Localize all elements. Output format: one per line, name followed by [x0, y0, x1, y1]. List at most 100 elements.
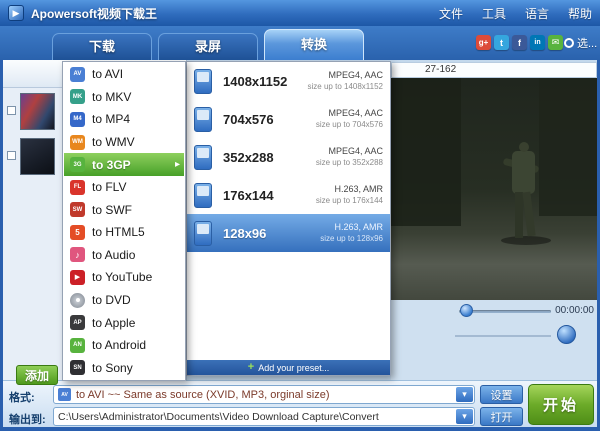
menu-item-to-dvd[interactable]: to DVD	[64, 289, 184, 312]
html5-icon	[70, 225, 85, 240]
soldier-body	[512, 151, 535, 194]
preset-size-hint: size up to 352x288	[316, 158, 383, 168]
3gp-icon	[70, 157, 85, 172]
menu-item-to-swf[interactable]: to SWF	[64, 198, 184, 221]
android-icon	[70, 338, 85, 353]
preset-176x144[interactable]: 176x144 H.263, AMR size up to 176x144	[187, 176, 390, 214]
background-building-right	[539, 78, 597, 216]
menu-item-label: to HTML5	[92, 225, 145, 239]
preset-details: MPEG4, AAC size up to 704x576	[316, 108, 383, 129]
menu-item-to-mp4[interactable]: to MP4	[64, 108, 184, 131]
menu-file[interactable]: 文件	[439, 5, 463, 22]
sony-icon	[70, 360, 85, 375]
open-button[interactable]: 打开	[480, 407, 523, 426]
menu-item-label: to MP4	[92, 112, 130, 126]
chevron-down-icon[interactable]	[456, 409, 473, 424]
seek-slider-knob[interactable]	[460, 304, 473, 317]
social-links	[476, 35, 563, 50]
linkedin-icon[interactable]	[530, 35, 545, 50]
preset-1408x1152[interactable]: 1408x1152 MPEG4, AAC size up to 1408x115…	[187, 62, 390, 100]
format-select[interactable]: to AVI ~~ Same as source (XVID, MP3, org…	[53, 385, 475, 404]
output-path-field[interactable]: C:\Users\Administrator\Documents\Video D…	[53, 407, 475, 426]
preset-codec: H.263, AMR	[320, 222, 383, 233]
checkbox[interactable]	[7, 151, 16, 160]
output-path-value: C:\Users\Administrator\Documents\Video D…	[58, 411, 379, 423]
video-thumbnail[interactable]	[20, 93, 55, 130]
add-preset-button[interactable]: Add your preset...	[187, 360, 390, 375]
swf-icon	[70, 202, 85, 217]
menu-help[interactable]: 帮助	[568, 5, 592, 22]
preset-size-hint: size up to 128x96	[320, 234, 383, 244]
preset-352x288[interactable]: 352x288 MPEG4, AAC size up to 352x288	[187, 138, 390, 176]
options-label: 选...	[577, 35, 597, 51]
submenu-expand-icon	[175, 160, 180, 170]
menu-item-to-flv[interactable]: to FLV	[64, 176, 184, 199]
options-ring-icon	[564, 38, 574, 48]
wmv-icon	[70, 135, 85, 150]
preset-codec: MPEG4, AAC	[316, 108, 383, 119]
menu-item-label: to SWF	[92, 203, 132, 217]
preset-codec: H.263, AMR	[316, 184, 383, 195]
menu-item-label: to YouTube	[92, 270, 152, 284]
preset-128x96[interactable]: 128x96 H.263, AMR size up to 128x96	[187, 214, 390, 252]
avi-icon	[58, 388, 71, 401]
menu-item-to-youtube[interactable]: to YouTube	[64, 266, 184, 289]
preset-codec: MPEG4, AAC	[316, 146, 383, 157]
start-button[interactable]: 开始	[528, 384, 594, 425]
menu-item-to-3gp[interactable]: to 3GP	[64, 153, 184, 176]
twitter-icon[interactable]	[494, 35, 509, 50]
preset-size-hint: size up to 176x144	[316, 196, 383, 206]
tab-download[interactable]: 下载	[52, 33, 152, 60]
preset-resolution: 128x96	[223, 226, 266, 241]
menu-item-label: to 3GP	[92, 158, 131, 172]
menu-item-label: to FLV	[92, 180, 126, 194]
menu-language[interactable]: 语言	[525, 5, 549, 22]
player-seek-row: 00:00:00	[391, 300, 597, 322]
options-button[interactable]: 选...	[564, 35, 597, 51]
flv-icon	[70, 180, 85, 195]
app-title: Apowersoft视频下载王	[31, 5, 157, 22]
menu-item-label: to Android	[92, 338, 146, 352]
preset-size-hint: size up to 704x576	[316, 120, 383, 130]
menu-item-to-sony[interactable]: to Sony	[64, 357, 184, 380]
mkv-icon	[70, 89, 85, 104]
soldier-head	[519, 142, 529, 152]
menu-item-to-apple[interactable]: to Apple	[64, 311, 184, 334]
phone-device-icon	[194, 145, 212, 170]
video-thumbnail[interactable]	[20, 138, 55, 175]
menu-item-to-android[interactable]: to Android	[64, 334, 184, 357]
googleplus-icon[interactable]	[476, 35, 491, 50]
menu-item-to-mkv[interactable]: to MKV	[64, 86, 184, 109]
tab-convert[interactable]: 转换	[264, 29, 364, 60]
phone-device-icon	[194, 107, 212, 132]
menu-item-to-html5[interactable]: to HTML5	[64, 221, 184, 244]
menu-tools[interactable]: 工具	[482, 5, 506, 22]
menu-item-label: to AVI	[92, 67, 123, 81]
menu-item-to-avi[interactable]: to AVI	[64, 63, 184, 86]
preset-704x576[interactable]: 704x576 MPEG4, AAC size up to 704x576	[187, 100, 390, 138]
volume-slider-track[interactable]	[455, 335, 551, 337]
add-preset-label: Add your preset...	[258, 363, 329, 373]
video-preview-screen[interactable]	[391, 78, 597, 300]
facebook-icon[interactable]	[512, 35, 527, 50]
preset-details: MPEG4, AAC size up to 1408x1152	[308, 70, 383, 91]
menu-item-to-wmv[interactable]: to WMV	[64, 131, 184, 154]
app-icon	[8, 5, 24, 21]
menu-item-label: to Sony	[92, 361, 133, 375]
chevron-down-icon[interactable]	[456, 387, 473, 402]
add-button[interactable]: 添加	[16, 365, 58, 385]
avi-icon	[70, 67, 85, 82]
output-label: 输出到:	[9, 411, 46, 427]
preset-details: H.263, AMR size up to 128x96	[320, 222, 383, 243]
settings-button[interactable]: 设置	[480, 385, 523, 404]
checkbox[interactable]	[7, 106, 16, 115]
tab-record[interactable]: 录屏	[158, 33, 258, 60]
soldier-leg	[515, 192, 523, 238]
mail-icon[interactable]	[548, 35, 563, 50]
plus-icon	[248, 362, 254, 373]
footer-panel: 格式: to AVI ~~ Same as source (XVID, MP3,…	[3, 380, 597, 427]
menu-item-to-audio[interactable]: to Audio	[64, 244, 184, 267]
youtube-icon	[70, 270, 85, 285]
play-button[interactable]	[557, 325, 576, 344]
preset-resolution: 1408x1152	[223, 74, 287, 89]
